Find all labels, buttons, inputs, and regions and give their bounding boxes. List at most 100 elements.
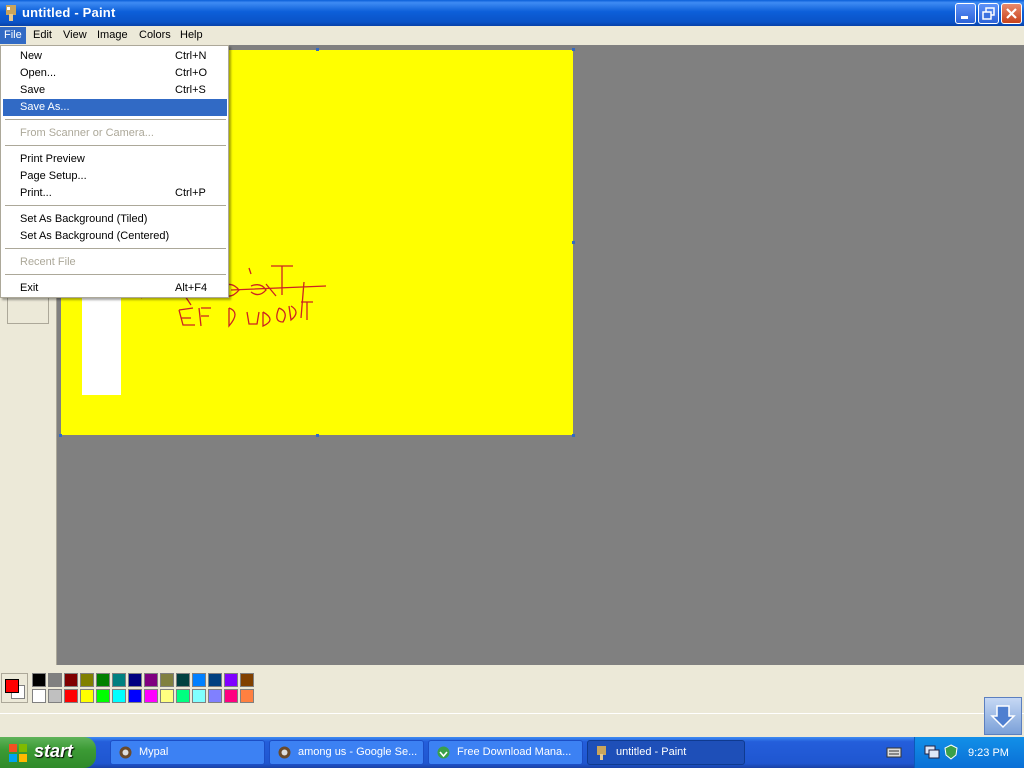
palette-color-swatch[interactable] <box>192 689 206 703</box>
menu-item-label: Page Setup... <box>20 170 87 182</box>
menu-item-label: Print... <box>20 187 52 199</box>
palette-color-swatch[interactable] <box>160 689 174 703</box>
paint-app-icon[interactable] <box>4 5 18 21</box>
menu-item-set-background-tiled[interactable]: Set As Background (Tiled) <box>3 211 227 228</box>
menu-item-label: Save As... <box>20 101 70 113</box>
palette-color-swatch[interactable] <box>208 673 222 687</box>
palette-color-swatch[interactable] <box>32 673 46 687</box>
menu-view[interactable]: View <box>59 27 91 44</box>
palette-color-swatch[interactable] <box>128 673 142 687</box>
menu-item-shortcut: Alt+F4 <box>175 282 208 294</box>
palette-color-swatch[interactable] <box>208 689 222 703</box>
palette-color-swatch[interactable] <box>128 689 142 703</box>
foreground-color-swatch[interactable] <box>5 679 19 693</box>
window-title: untitled - Paint <box>22 5 116 20</box>
palette-color-swatch[interactable] <box>96 673 110 687</box>
download-arrow-icon[interactable] <box>984 697 1022 735</box>
palette-color-swatch[interactable] <box>176 689 190 703</box>
menu-item-print-preview[interactable]: Print Preview <box>3 151 227 168</box>
menu-item-exit[interactable]: Exit Alt+F4 <box>3 280 227 297</box>
taskbar-item-free-download-manager[interactable]: Free Download Mana... <box>428 740 583 765</box>
menu-image[interactable]: Image <box>93 27 132 44</box>
palette-color-swatch[interactable] <box>48 689 62 703</box>
menu-item-label: Print Preview <box>20 153 85 165</box>
menu-item-recent-file[interactable]: Recent File <box>3 254 227 271</box>
palette-color-swatch[interactable] <box>112 689 126 703</box>
minimize-button[interactable] <box>955 3 976 24</box>
restore-button[interactable] <box>978 3 999 24</box>
menu-help[interactable]: Help <box>176 27 207 44</box>
menu-item-from-scanner[interactable]: From Scanner or Camera... <box>3 125 227 142</box>
menu-item-page-setup[interactable]: Page Setup... <box>3 168 227 185</box>
menu-file[interactable]: File <box>0 27 26 44</box>
taskbar-item-mypal[interactable]: Mypal <box>110 740 265 765</box>
palette-color-swatch[interactable] <box>64 689 78 703</box>
menu-item-save[interactable]: Save Ctrl+S <box>3 82 227 99</box>
palette-color-swatch[interactable] <box>144 673 158 687</box>
taskbar-item-label: untitled - Paint <box>616 746 687 758</box>
menu-item-set-background-centered[interactable]: Set As Background (Centered) <box>3 228 227 245</box>
menu-item-label: Save <box>20 84 46 96</box>
taskbar-clock[interactable]: 9:23 PM <box>968 747 1009 759</box>
menu-item-print[interactable]: Print... Ctrl+P <box>3 185 227 202</box>
status-bar <box>0 713 1024 738</box>
menu-colors[interactable]: Colors <box>135 27 175 44</box>
menu-bar: File Edit View Image Colors Help <box>0 26 1024 45</box>
network-icon[interactable] <box>924 744 940 760</box>
palette-color-swatch[interactable] <box>48 673 62 687</box>
palette-color-swatch[interactable] <box>64 673 78 687</box>
menu-edit[interactable]: Edit <box>29 27 56 44</box>
menu-item-label: Recent File <box>20 256 76 268</box>
canvas-resize-handle[interactable] <box>59 434 62 437</box>
close-icon <box>1006 8 1017 19</box>
canvas-resize-handle[interactable] <box>572 434 575 437</box>
menu-item-shortcut: Ctrl+P <box>175 187 206 199</box>
download-manager-icon <box>437 746 450 759</box>
menu-separator <box>5 205 226 206</box>
title-bar <box>0 0 1024 26</box>
menu-item-new[interactable]: New Ctrl+N <box>3 48 227 65</box>
menu-item-label: Exit <box>20 282 39 294</box>
restore-icon <box>982 7 995 20</box>
menu-separator <box>5 274 226 275</box>
palette-color-swatch[interactable] <box>176 673 190 687</box>
palette-color-swatch[interactable] <box>32 689 46 703</box>
menu-item-label: Set As Background (Tiled) <box>20 213 148 225</box>
palette-color-swatch[interactable] <box>240 689 254 703</box>
palette-color-swatch[interactable] <box>224 673 238 687</box>
palette-color-swatch[interactable] <box>240 673 254 687</box>
menu-item-shortcut: Ctrl+N <box>175 50 207 62</box>
palette-color-swatch[interactable] <box>96 689 110 703</box>
palette-color-swatch[interactable] <box>224 689 238 703</box>
paint-app-icon <box>597 746 606 760</box>
palette-color-swatch[interactable] <box>144 689 158 703</box>
menu-separator <box>5 119 226 120</box>
palette-color-swatch[interactable] <box>80 673 94 687</box>
palette-color-swatch[interactable] <box>112 673 126 687</box>
canvas-resize-handle[interactable] <box>316 48 319 51</box>
canvas-resize-handle[interactable] <box>572 241 575 244</box>
start-button[interactable]: start <box>0 737 96 768</box>
security-shield-icon[interactable] <box>943 744 959 760</box>
menu-item-shortcut: Ctrl+S <box>175 84 206 96</box>
menu-separator <box>5 145 226 146</box>
menu-item-shortcut: Ctrl+O <box>175 67 208 79</box>
mypal-browser-icon <box>278 746 291 759</box>
taskbar-item-label: among us - Google Se... <box>298 746 418 758</box>
menu-item-label: Open... <box>20 67 57 79</box>
menu-separator <box>5 248 226 249</box>
menu-item-save-as[interactable]: Save As... <box>3 99 227 116</box>
palette-color-swatch[interactable] <box>160 673 174 687</box>
taskbar-item-google-search[interactable]: among us - Google Se... <box>269 740 424 765</box>
close-button[interactable] <box>1001 3 1022 24</box>
canvas-resize-handle[interactable] <box>572 48 575 51</box>
taskbar-item-paint[interactable]: untitled - Paint <box>587 740 745 765</box>
windows-logo-icon <box>9 744 27 762</box>
start-label: start <box>34 741 74 761</box>
taskbar-item-label: Mypal <box>139 746 169 758</box>
canvas-resize-handle[interactable] <box>316 434 319 437</box>
keyboard-icon[interactable] <box>886 745 902 759</box>
menu-item-open[interactable]: Open... Ctrl+O <box>3 65 227 82</box>
palette-color-swatch[interactable] <box>80 689 94 703</box>
palette-color-swatch[interactable] <box>192 673 206 687</box>
